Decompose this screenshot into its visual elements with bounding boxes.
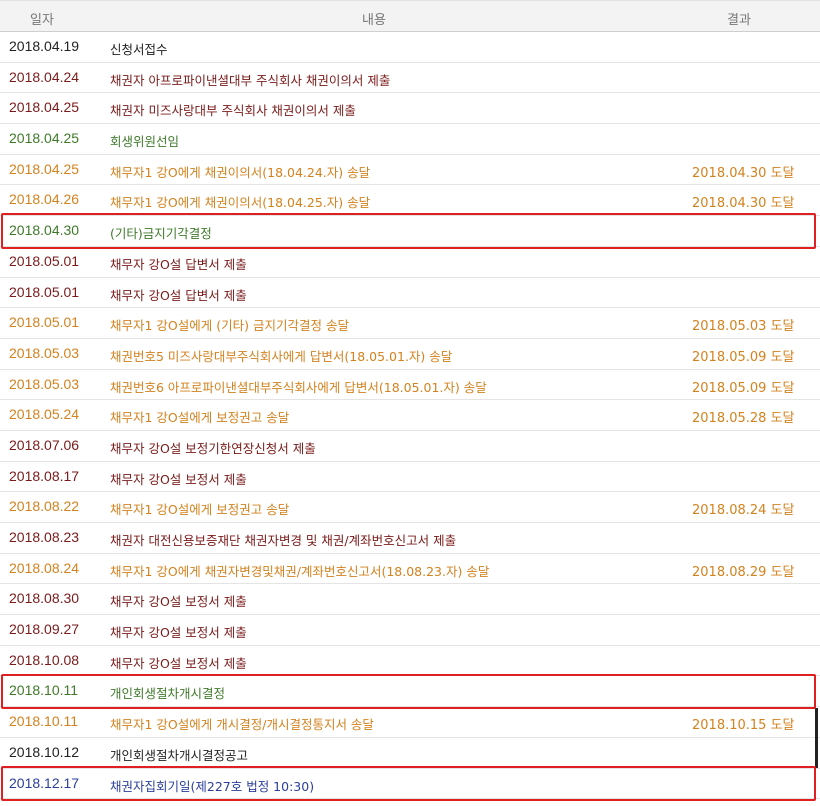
row-date: 2018.04.26: [9, 191, 80, 208]
table-row: 2018.07.06 채무자 강O설 보정기한연장신청서 제출: [0, 431, 820, 462]
table-row: 2018.05.03 채권번호6 아프로파이낸셜대부주식회사에게 답변서(18.0…: [0, 370, 820, 401]
row-date: 2018.08.22: [9, 498, 80, 515]
table-row: 2018.10.08 채무자 강O설 보정서 제출: [0, 646, 820, 677]
table-row: 2018.04.26 채무자1 강O에게 채권이의서(18.04.25.자) 송달…: [0, 185, 820, 217]
table-row: 2018.04.25 회생위원선임: [0, 124, 820, 155]
row-date: 2018.10.12: [9, 743, 80, 760]
row-result: 2018.05.03 도달: [692, 319, 795, 335]
table-row: 2018.05.01 채무자1 강O설에게 (기타) 금지기각결정 송달 2018.…: [0, 308, 820, 339]
table-row: 2018.10.11 개인회생절차개시결정: [0, 676, 820, 708]
table-row: 2018.08.22 채무자1 강O설에게 보정권고 송달 2018.08.24 도…: [0, 492, 820, 523]
row-date: 2018.05.24: [9, 406, 80, 423]
table-row: 2018.04.25 채권자 미즈사랑대부 주식회사 채권이의서 제출: [0, 93, 820, 125]
row-result: 2018.05.09 도달: [692, 349, 795, 365]
table-row: 2018.05.03 채권번호5 미즈사랑대부주식회사에게 답변서(18.05.0…: [0, 339, 820, 370]
row-date: 2018.08.17: [9, 467, 80, 484]
table-row: 2018.08.17 채무자 강O설 보정서 제출: [0, 462, 820, 493]
row-result: 2018.05.28 도달: [692, 411, 795, 427]
row-date: 2018.05.01: [9, 314, 80, 331]
table-row: 2018.04.25 채무자1 강O에게 채권이의서(18.04.24.자) 송달…: [0, 155, 820, 186]
row-result: 2018.04.30 도달: [692, 196, 795, 212]
row-date: 2018.05.03: [9, 375, 80, 392]
row-content: 채무자 강O설 보정서 제출: [110, 655, 247, 671]
table-row: 2018.08.30 채무자 강O설 보정서 제출: [0, 584, 820, 616]
row-content: 채권자집회기일(제227호 법정 10:30): [110, 778, 315, 794]
row-date: 2018.08.24: [9, 559, 80, 576]
table-row: 2018.10.11 채무자1 강O설에게 개시결정/개시결정통지서 송달 2018…: [0, 707, 820, 738]
row-date: 2018.04.24: [9, 68, 80, 85]
row-content: 채무자1 강O에게 채권이의서(18.04.24.자) 송달: [110, 164, 371, 180]
row-content: 채권자 아프로파이낸셜대부 주식회사 채권이의서 제출: [110, 72, 391, 88]
row-date: 2018.05.03: [9, 344, 80, 361]
table-row: 2018.04.19 신청서접수: [0, 32, 820, 63]
row-content: 채무자 강O설 보정서 제출: [110, 471, 247, 487]
row-content: 채무자1 강O설에게 개시결정/개시결정통지서 송달: [110, 717, 374, 733]
row-content: 채권번호5 미즈사랑대부주식회사에게 답변서(18.05.01.자) 송달: [110, 348, 453, 364]
row-date: 2018.05.01: [9, 252, 80, 269]
header-result: 결과: [727, 13, 751, 28]
row-content: 채무자 강O설 보정서 제출: [110, 625, 247, 641]
table-row: 2018.08.24 채무자1 강O에게 채권자변경및채권/계좌번호신고서(18.…: [0, 554, 820, 585]
row-date: 2018.10.11: [9, 682, 79, 699]
table-row: 2018.05.01 채무자 강O설 답변서 제출: [0, 278, 820, 309]
table-row: 2018.05.01 채무자 강O설 답변서 제출: [0, 247, 820, 278]
row-date: 2018.04.19: [9, 38, 80, 54]
row-date: 2018.04.25: [9, 160, 80, 177]
row-content: 채권자 미즈사랑대부 주식회사 채권이의서 제출: [110, 103, 356, 119]
row-date: 2018.12.17: [9, 774, 80, 791]
row-content: 신청서접수: [110, 42, 168, 57]
table-row: 2018.09.27 채무자 강O설 보정서 제출: [0, 615, 820, 646]
row-date: 2018.07.06: [9, 436, 80, 453]
table-header: 일자 내용 결과: [0, 0, 820, 32]
row-content: 채무자 강O설 보정기한연장신청서 제출: [110, 440, 316, 456]
row-content: 채무자1 강O설에게 (기타) 금지기각결정 송달: [110, 318, 349, 334]
row-date: 2018.05.01: [9, 283, 80, 300]
row-content: 회생위원선임: [110, 134, 180, 150]
header-content: 내용: [362, 13, 386, 28]
row-content: 채무자 강O설 답변서 제출: [110, 287, 247, 303]
row-date: 2018.04.30: [9, 222, 80, 239]
row-date: 2018.08.30: [9, 590, 80, 607]
row-content: 채무자 강O설 보정서 제출: [110, 594, 247, 610]
scroll-edge: [815, 708, 818, 768]
table-row: 2018.04.24 채권자 아프로파이낸셜대부 주식회사 채권이의서 제출: [0, 63, 820, 94]
row-result: 2018.10.15 도달: [692, 718, 795, 734]
table-row: 2018.08.23 채권자 대전신용보증재단 채권자변경 및 채권/계좌번호신고…: [0, 523, 820, 554]
row-date: 2018.04.25: [9, 99, 80, 116]
row-result: 2018.04.30 도달: [692, 165, 795, 181]
row-content: 개인회생절차개시결정공고: [110, 747, 249, 763]
case-history-table: 2018.04.19 신청서접수 2018.04.24 채권자 아프로파이낸셜대부 주…: [0, 32, 820, 800]
row-content: 채무자1 강O에게 채권이의서(18.04.25.자) 송달: [110, 195, 371, 211]
row-date: 2018.10.08: [9, 651, 80, 668]
table-row: 2018.04.30 (기타)금지기각결정: [0, 216, 820, 247]
row-result: 2018.08.24 도달: [692, 503, 795, 519]
row-result: 2018.05.09 도달: [692, 380, 795, 396]
row-content: 개인회생절차개시결정: [110, 686, 226, 702]
row-content: 채무자 강O설 답변서 제출: [110, 256, 247, 272]
table-row: 2018.12.17 채권자집회기일(제227호 법정 10:30): [0, 769, 820, 800]
row-date: 2018.04.25: [9, 130, 80, 147]
table-row: 2018.10.12 개인회생절차개시결정공고: [0, 738, 820, 769]
row-date: 2018.10.11: [9, 713, 79, 730]
row-content: 채무자1 강O설에게 보정권고 송달: [110, 410, 290, 426]
row-content: 채권자 대전신용보증재단 채권자변경 및 채권/계좌번호신고서 제출: [110, 533, 457, 548]
header-date: 일자: [30, 13, 54, 28]
row-date: 2018.09.27: [9, 621, 80, 638]
row-date: 2018.08.23: [9, 529, 80, 545]
row-result: 2018.08.29 도달: [692, 564, 795, 580]
row-content: 채무자1 강O설에게 보정권고 송달: [110, 502, 290, 518]
row-content: (기타)금지기각결정: [110, 226, 212, 242]
row-content: 채무자1 강O에게 채권자변경및채권/계좌번호신고서(18.08.23.자) 송…: [110, 563, 490, 579]
row-content: 채권번호6 아프로파이낸셜대부주식회사에게 답변서(18.05.01.자) 송달: [110, 379, 487, 395]
table-row: 2018.05.24 채무자1 강O설에게 보정권고 송달 2018.05.28 도…: [0, 400, 820, 431]
